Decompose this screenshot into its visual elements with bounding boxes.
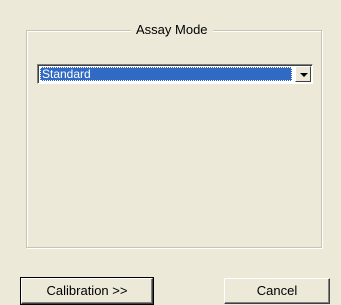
cancel-button[interactable]: Cancel [224,278,330,304]
select-value: Standard [40,67,292,81]
assay-mode-groupbox: Assay Mode Standard [26,22,322,248]
group-title: Assay Mode [131,22,213,38]
calibration-button[interactable]: Calibration >> [20,277,154,305]
chevron-down-icon[interactable] [295,66,311,82]
assay-mode-select[interactable]: Standard [37,64,313,84]
assay-mode-dialog: Assay Mode Standard Calibration >> Cance… [0,0,341,305]
